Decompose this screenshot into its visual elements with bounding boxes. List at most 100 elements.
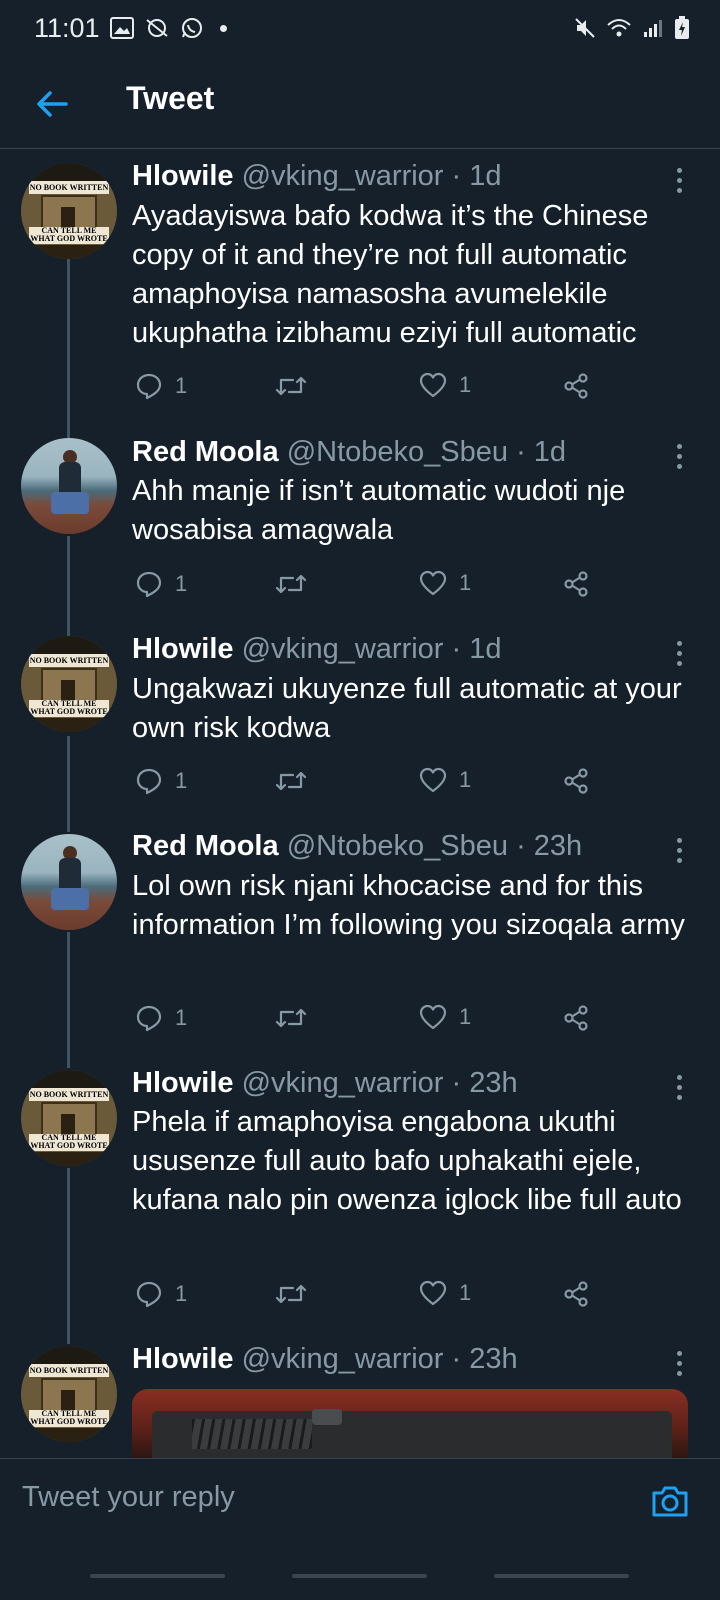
retweet-button[interactable] <box>275 1280 307 1308</box>
thread-connector <box>67 536 70 636</box>
avatar-caption: CAN TELL ME WHAT GOD WROTE <box>29 1133 109 1151</box>
tweet-text: Ayadayiswa bafo kodwa it’s the Chinese c… <box>132 200 649 349</box>
wifi-icon <box>607 19 631 37</box>
reply-button[interactable]: 1 <box>135 372 187 400</box>
avatar-caption: NO BOOK WRITTEN <box>29 1364 109 1377</box>
thread-connector <box>67 248 70 438</box>
reply-button[interactable]: 1 <box>135 767 187 795</box>
reply-icon <box>136 768 162 795</box>
more-options-icon[interactable] <box>676 838 684 868</box>
tweet-header: Hlowile @vking_warrior · 23h <box>132 1343 518 1376</box>
tweet-time: · 1d <box>451 633 502 665</box>
author-handle[interactable]: @Ntobeko_Sbeu <box>287 436 508 468</box>
tweet-header: Hlowile @vking_warrior · 1d <box>132 160 502 193</box>
heart-icon <box>419 1280 447 1306</box>
more-options-icon[interactable] <box>676 444 684 474</box>
reply-button[interactable]: 1 <box>135 1004 187 1032</box>
avatar[interactable]: NO BOOK WRITTEN CAN TELL ME WHAT GOD WRO… <box>21 1070 117 1166</box>
heart-icon <box>419 372 447 398</box>
tweet-time: · 23h <box>451 1343 518 1375</box>
reply-input[interactable]: Tweet your reply <box>22 1481 235 1514</box>
more-options-icon[interactable] <box>676 168 684 198</box>
nav-home-handle[interactable] <box>292 1574 427 1578</box>
like-button[interactable]: 1 <box>419 1004 471 1030</box>
like-button[interactable]: 1 <box>419 767 471 793</box>
avatar[interactable] <box>21 438 117 534</box>
tweet-text: Phela if amaphoyisa engabona ukuthi usus… <box>132 1106 682 1216</box>
author-name[interactable]: Hlowile <box>132 1343 234 1375</box>
reply-button[interactable]: 1 <box>135 570 187 598</box>
tweet-actions: 1 1 <box>132 1280 612 1316</box>
page-title: Tweet <box>126 80 215 116</box>
reply-button[interactable]: 1 <box>135 1280 187 1308</box>
reply-icon <box>136 1005 162 1032</box>
like-count: 1 <box>459 1004 472 1029</box>
avatar-caption: NO BOOK WRITTEN <box>29 1088 109 1101</box>
tweet-header: Hlowile @vking_warrior · 1d <box>132 633 502 666</box>
avatar[interactable]: NO BOOK WRITTEN CAN TELL ME WHAT GOD WRO… <box>21 1346 117 1442</box>
retweet-button[interactable] <box>275 767 307 795</box>
no-sync-icon <box>146 19 168 37</box>
status-bar: 11:01 <box>0 0 720 60</box>
like-button[interactable]: 1 <box>419 1280 471 1306</box>
heart-icon <box>419 767 447 793</box>
author-name[interactable]: Red Moola <box>132 436 279 468</box>
share-icon <box>564 571 588 597</box>
retweet-icon <box>275 376 307 396</box>
camera-icon[interactable] <box>650 1481 690 1521</box>
reply-icon <box>136 571 162 598</box>
author-name[interactable]: Hlowile <box>132 160 234 192</box>
reply-count: 1 <box>175 373 188 398</box>
retweet-icon <box>275 771 307 791</box>
more-options-icon[interactable] <box>676 1351 684 1381</box>
avatar[interactable]: NO BOOK WRITTEN CAN TELL ME WHAT GOD WRO… <box>21 163 117 259</box>
nav-back-handle[interactable] <box>494 1574 629 1578</box>
reply-icon <box>136 373 162 400</box>
retweet-button[interactable] <box>275 372 307 400</box>
tweet-text: Lol own risk njani khocacise and for thi… <box>132 870 685 941</box>
avatar[interactable]: NO BOOK WRITTEN CAN TELL ME WHAT GOD WRO… <box>21 636 117 732</box>
heart-icon <box>419 1004 447 1030</box>
nav-recents-handle[interactable] <box>90 1574 225 1578</box>
like-count: 1 <box>459 767 472 792</box>
tweet-time: · 1d <box>451 160 502 192</box>
share-button[interactable] <box>562 1280 590 1308</box>
share-button[interactable] <box>562 372 590 400</box>
reply-count: 1 <box>175 768 188 793</box>
tweet-text: Ahh manje if isn’t automatic wudoti nje … <box>132 475 626 546</box>
tweet-actions: 1 1 <box>132 372 612 408</box>
tweet-media-image[interactable] <box>132 1389 688 1459</box>
more-options-icon[interactable] <box>676 1075 684 1105</box>
author-handle[interactable]: @Ntobeko_Sbeu <box>287 830 508 862</box>
retweet-button[interactable] <box>275 570 307 598</box>
heart-icon <box>419 570 447 596</box>
thread-connector <box>67 736 70 832</box>
tweet-time: · 23h <box>451 1067 518 1099</box>
tweet-header: Red Moola @Ntobeko_Sbeu · 23h <box>132 830 582 863</box>
avatar[interactable] <box>21 834 117 930</box>
more-options-icon[interactable] <box>676 641 684 671</box>
share-button[interactable] <box>562 570 590 598</box>
author-name[interactable]: Hlowile <box>132 1067 234 1099</box>
like-button[interactable]: 1 <box>419 570 471 596</box>
author-handle[interactable]: @vking_warrior <box>242 633 444 665</box>
like-button[interactable]: 1 <box>419 372 471 398</box>
author-name[interactable]: Hlowile <box>132 633 234 665</box>
share-button[interactable] <box>562 1004 590 1032</box>
share-button[interactable] <box>562 767 590 795</box>
thread-connector <box>67 932 70 1068</box>
author-handle[interactable]: @vking_warrior <box>242 1067 444 1099</box>
tweet-actions: 1 1 <box>132 767 612 803</box>
retweet-button[interactable] <box>275 1004 307 1032</box>
tweet-actions: 1 1 <box>132 1004 612 1040</box>
like-count: 1 <box>459 570 472 595</box>
author-handle[interactable]: @vking_warrior <box>242 160 444 192</box>
share-icon <box>564 373 588 399</box>
tweet-time: · 1d <box>516 436 567 468</box>
app-bar: Tweet <box>0 60 720 149</box>
back-arrow-icon[interactable] <box>30 82 74 126</box>
author-handle[interactable]: @vking_warrior <box>242 1343 444 1375</box>
retweet-icon <box>275 1284 307 1304</box>
thread-connector <box>67 1168 70 1344</box>
author-name[interactable]: Red Moola <box>132 830 279 862</box>
